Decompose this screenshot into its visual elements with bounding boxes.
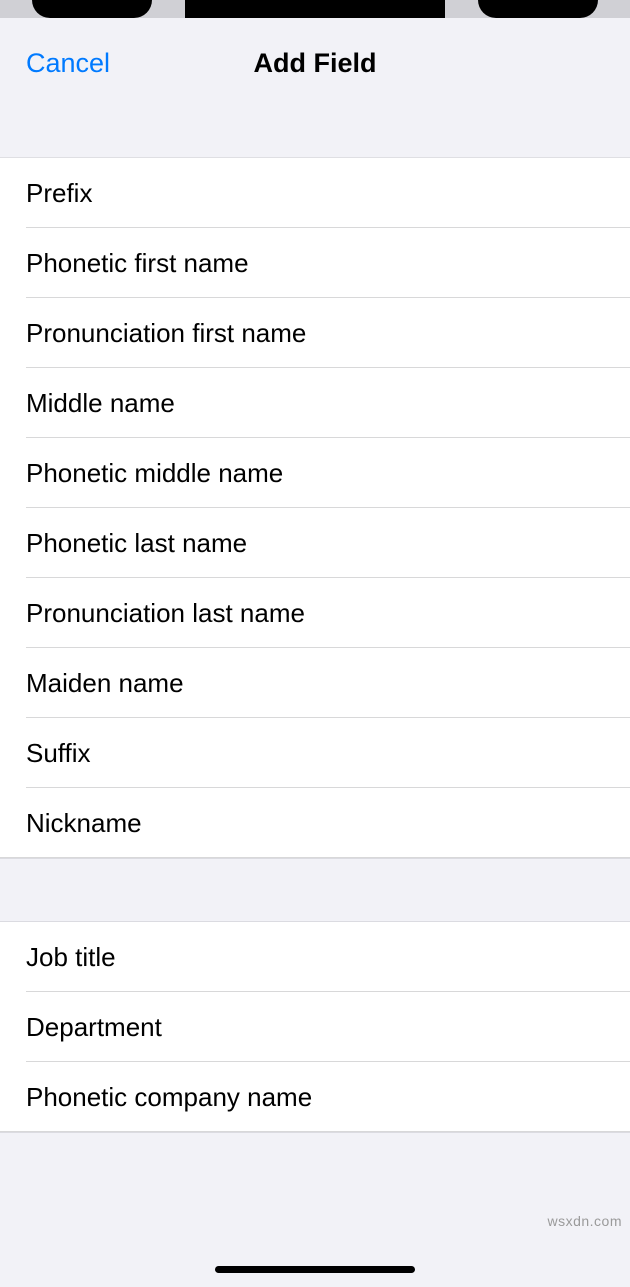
section-separator [0, 858, 630, 922]
field-option-label: Maiden name [26, 668, 184, 699]
home-indicator[interactable] [215, 1266, 415, 1273]
field-option-department[interactable]: Department [0, 992, 630, 1062]
field-option-nickname[interactable]: Nickname [0, 788, 630, 858]
field-option-label: Pronunciation last name [26, 598, 305, 629]
field-option-phonetic-middle-name[interactable]: Phonetic middle name [0, 438, 630, 508]
field-option-label: Phonetic company name [26, 1082, 312, 1113]
field-option-label: Phonetic first name [26, 248, 249, 279]
field-option-label: Department [26, 1012, 162, 1043]
sheet-bottom-area: wsxdn.com [0, 1132, 630, 1287]
field-section-name: Prefix Phonetic first name Pronunciation… [0, 158, 630, 858]
field-option-label: Phonetic middle name [26, 458, 283, 489]
cancel-button[interactable]: Cancel [26, 48, 110, 79]
field-option-label: Nickname [26, 808, 142, 839]
field-option-phonetic-last-name[interactable]: Phonetic last name [0, 508, 630, 578]
field-section-work: Job title Department Phonetic company na… [0, 922, 630, 1132]
field-option-label: Job title [26, 942, 116, 973]
field-option-label: Suffix [26, 738, 91, 769]
field-option-maiden-name[interactable]: Maiden name [0, 648, 630, 718]
field-option-prefix[interactable]: Prefix [0, 158, 630, 228]
field-option-pronunciation-first-name[interactable]: Pronunciation first name [0, 298, 630, 368]
navigation-bar: Cancel Add Field [0, 18, 630, 158]
field-option-label: Prefix [26, 178, 92, 209]
field-option-label: Phonetic last name [26, 528, 247, 559]
field-option-suffix[interactable]: Suffix [0, 718, 630, 788]
modal-sheet: Cancel Add Field Prefix Phonetic first n… [0, 18, 630, 1287]
status-bar-notch [0, 0, 630, 18]
field-option-pronunciation-last-name[interactable]: Pronunciation last name [0, 578, 630, 648]
field-option-job-title[interactable]: Job title [0, 922, 630, 992]
field-option-phonetic-first-name[interactable]: Phonetic first name [0, 228, 630, 298]
field-option-label: Middle name [26, 388, 175, 419]
field-option-label: Pronunciation first name [26, 318, 306, 349]
field-option-phonetic-company-name[interactable]: Phonetic company name [0, 1062, 630, 1132]
field-option-middle-name[interactable]: Middle name [0, 368, 630, 438]
watermark-text: wsxdn.com [547, 1213, 622, 1229]
